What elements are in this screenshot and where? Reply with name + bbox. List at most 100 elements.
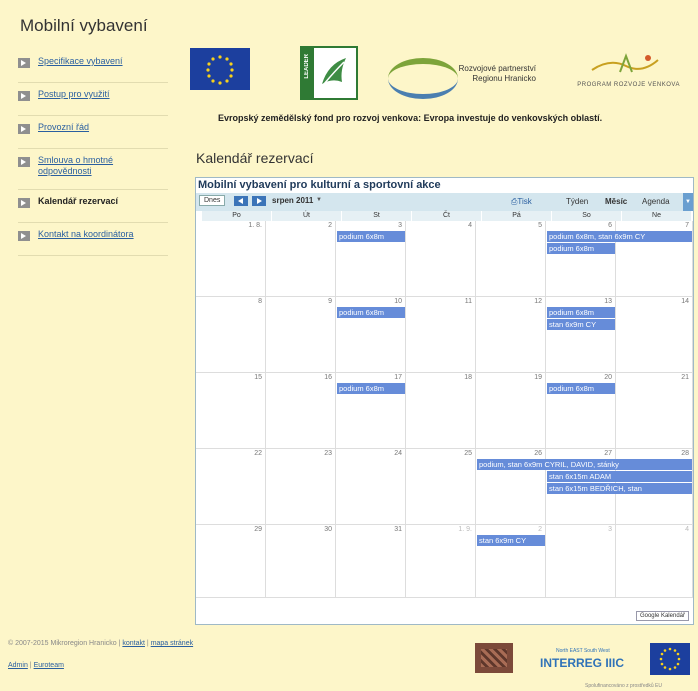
day-number: 2 bbox=[328, 222, 332, 229]
sidebar-link[interactable]: Provozní řád bbox=[38, 122, 89, 133]
day-number: 23 bbox=[324, 450, 332, 457]
calendar-event[interactable]: podium, stan 6x9m CYRIL, DAVID, stánky bbox=[477, 459, 692, 470]
day-cell[interactable]: 4 bbox=[406, 221, 476, 297]
day-number: 15 bbox=[254, 374, 262, 381]
calendar-event[interactable]: stan 6x9m CY bbox=[547, 319, 615, 330]
weekday-header: Čt bbox=[412, 211, 481, 221]
day-number: 1. 9. bbox=[458, 526, 472, 533]
tab-month[interactable]: Měsíc bbox=[605, 197, 627, 206]
sidebar-link[interactable]: Kontakt na koordinátora bbox=[38, 229, 134, 240]
day-cell[interactable]: 9 bbox=[266, 297, 336, 373]
rpr-line1: Rozvojové partnerství bbox=[458, 64, 536, 73]
print-button[interactable]: ⎙Tisk bbox=[511, 197, 532, 207]
calendar-event[interactable]: podium 6x8m bbox=[547, 243, 615, 254]
arrow-icon bbox=[18, 91, 30, 101]
day-cell[interactable]: 2 bbox=[266, 221, 336, 297]
day-cell[interactable]: 16 bbox=[266, 373, 336, 449]
day-cell[interactable]: 11 bbox=[406, 297, 476, 373]
sidebar-item-kontakt[interactable]: Kontakt na koordinátora bbox=[18, 223, 168, 256]
day-number: 6 bbox=[608, 222, 612, 229]
sidebar-item-smlouva[interactable]: Smlouva o hmotné odpovědnosti bbox=[18, 149, 168, 190]
google-calendar-badge[interactable]: Google Kalendář bbox=[635, 611, 689, 621]
day-number: 2 bbox=[538, 526, 542, 533]
rpr-line2: Regionu Hranicko bbox=[472, 74, 536, 83]
day-cell[interactable]: 29 bbox=[196, 525, 266, 598]
logo-strip: LEADER Rozvojové partnerství Regionu Hra… bbox=[190, 44, 680, 106]
footer-link-admin[interactable]: Admin bbox=[8, 662, 28, 669]
calendar-event[interactable]: podium 6x8m bbox=[337, 383, 405, 394]
tab-agenda[interactable]: Agenda bbox=[642, 197, 670, 206]
separator: | bbox=[29, 662, 32, 669]
day-cell[interactable]: 21 bbox=[616, 373, 693, 449]
leader-text: LEADER bbox=[304, 54, 310, 79]
day-number: 24 bbox=[394, 450, 402, 457]
sidebar-link[interactable]: Specifikace vybavení bbox=[38, 56, 123, 67]
tab-week[interactable]: Týden bbox=[566, 197, 588, 206]
calendar-event[interactable]: podium 6x8m bbox=[547, 307, 615, 318]
day-number: 27 bbox=[604, 450, 612, 457]
day-cell[interactable]: 22 bbox=[196, 449, 266, 525]
day-cell[interactable]: 19 bbox=[476, 373, 546, 449]
weekday-header: St bbox=[342, 211, 411, 221]
day-number: 1. 8. bbox=[248, 222, 262, 229]
footer-link-kontakt[interactable]: kontakt bbox=[122, 640, 145, 647]
day-number: 4 bbox=[468, 222, 472, 229]
calendar-event[interactable]: stan 6x15m ADAM bbox=[547, 471, 692, 482]
chevron-down-icon[interactable]: ▼ bbox=[316, 197, 322, 203]
day-number: 13 bbox=[604, 298, 612, 305]
calendar-event[interactable]: podium 6x8m, stan 6x9m CY bbox=[547, 231, 692, 242]
day-number: 3 bbox=[608, 526, 612, 533]
day-number: 21 bbox=[681, 374, 689, 381]
day-cell[interactable]: 30 bbox=[266, 525, 336, 598]
weekday-header: Út bbox=[272, 211, 341, 221]
day-cell[interactable]: 25 bbox=[406, 449, 476, 525]
calendar-event[interactable]: stan 6x9m CY bbox=[477, 535, 545, 546]
interreg-logo: INTERREG IIIC bbox=[540, 656, 625, 670]
day-cell[interactable]: 5 bbox=[476, 221, 546, 297]
weekday-header: Po bbox=[202, 211, 271, 221]
prev-month-button[interactable] bbox=[234, 196, 248, 206]
day-cell[interactable]: 1. 9. bbox=[406, 525, 476, 598]
calendar-event[interactable]: podium 6x8m bbox=[337, 307, 405, 318]
cofinancing-text: Spolufinancováno z prostředků EU bbox=[585, 683, 662, 689]
day-cell[interactable]: 24 bbox=[336, 449, 406, 525]
day-cell[interactable]: 1. 8. bbox=[196, 221, 266, 297]
day-number: 12 bbox=[534, 298, 542, 305]
today-button[interactable]: Dnes bbox=[199, 195, 226, 206]
calendar-event[interactable]: podium 6x8m bbox=[547, 383, 615, 394]
weekday-header: Pá bbox=[482, 211, 551, 221]
day-cell[interactable]: 8 bbox=[196, 297, 266, 373]
sidebar-item-specifikace[interactable]: Specifikace vybavení bbox=[18, 50, 168, 83]
day-cell[interactable]: 23 bbox=[266, 449, 336, 525]
chevron-down-icon[interactable]: ▼ bbox=[683, 193, 693, 211]
sidebar-link[interactable]: Smlouva o hmotné odpovědnosti bbox=[38, 155, 118, 177]
day-cell[interactable]: 31 bbox=[336, 525, 406, 598]
arrow-icon bbox=[18, 157, 30, 167]
footer-copyright: © 2007-2015 Mikroregion Hranicko | konta… bbox=[8, 640, 193, 647]
eu-flag-icon bbox=[190, 48, 250, 90]
day-number: 20 bbox=[604, 374, 612, 381]
day-cell[interactable]: 3 bbox=[546, 525, 616, 598]
day-number: 19 bbox=[534, 374, 542, 381]
eafrd-text: Evropský zemědělský fond pro rozvoj venk… bbox=[218, 113, 603, 123]
day-cell[interactable]: 15 bbox=[196, 373, 266, 449]
calendar-event[interactable]: stan 6x15m BEDŘICH, stan bbox=[547, 483, 692, 494]
partner-logo bbox=[475, 643, 513, 673]
footer-link-euroteam[interactable]: Euroteam bbox=[34, 662, 64, 669]
sidebar-item-provozni-rad[interactable]: Provozní řád bbox=[18, 116, 168, 149]
leader-logo: LEADER bbox=[300, 46, 358, 100]
day-cell[interactable]: 4 bbox=[616, 525, 693, 598]
day-cell[interactable]: 14 bbox=[616, 297, 693, 373]
next-month-button[interactable] bbox=[252, 196, 266, 206]
calendar-heading: Kalendář rezervací bbox=[196, 150, 314, 166]
arrow-icon bbox=[18, 231, 30, 241]
calendar-event[interactable]: podium 6x8m bbox=[337, 231, 405, 242]
separator: | bbox=[146, 640, 149, 647]
footer-link-mapa[interactable]: mapa stránek bbox=[151, 640, 193, 647]
sidebar-item-kalendar[interactable]: Kalendář rezervací bbox=[18, 190, 168, 223]
day-cell[interactable]: 18 bbox=[406, 373, 476, 449]
sidebar-link[interactable]: Postup pro využití bbox=[38, 89, 110, 100]
month-label: srpen 2011 bbox=[272, 196, 314, 205]
day-cell[interactable]: 12 bbox=[476, 297, 546, 373]
sidebar-item-postup[interactable]: Postup pro využití bbox=[18, 83, 168, 116]
